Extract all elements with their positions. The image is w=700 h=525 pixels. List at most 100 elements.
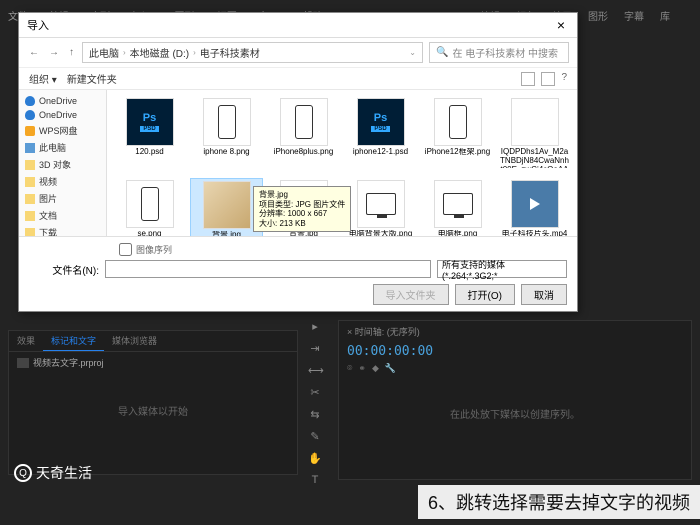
file-item[interactable]: iphone 8.png	[190, 96, 263, 174]
organize-button[interactable]: 组织 ▾	[29, 71, 57, 86]
search-placeholder: 在 电子科技素材 中搜索	[452, 45, 558, 60]
file-name: 背景.jpg	[212, 231, 241, 236]
folder-icon	[25, 194, 35, 204]
view-mode-icon[interactable]	[521, 72, 535, 86]
bin-icon	[17, 358, 29, 368]
folder-icon	[25, 228, 35, 237]
open-button[interactable]: 打开(O)	[455, 284, 515, 305]
path-seg[interactable]: 电子科技素材	[200, 45, 260, 60]
slip-tool-icon[interactable]: ⇆	[308, 408, 322, 422]
selection-tool-icon[interactable]: ▸	[308, 320, 322, 334]
new-folder-button[interactable]: 新建文件夹	[67, 71, 117, 86]
image-sequence-checkbox[interactable]	[119, 243, 132, 256]
sidebar-label: 文档	[39, 209, 57, 222]
file-name: IQDPDhs1Av_M2aTNBDjN84CwaNnht00E_zwCj4cQ…	[500, 148, 569, 168]
file-item[interactable]: PsPSDiphone12-1.psd	[344, 96, 417, 174]
dialog-toolbar: 组织 ▾ 新建文件夹 ?	[19, 68, 577, 90]
timeline-controls: ⌾ ⚭ ◆ 🔧	[339, 361, 691, 376]
filename-input[interactable]	[105, 260, 431, 278]
folder-icon	[25, 160, 35, 170]
tab-markers[interactable]: 标记和文字	[43, 331, 104, 351]
tool-column: ▸ ⇥ ⟷ ✂ ⇆ ✎ ✋ T	[308, 320, 326, 488]
hand-tool-icon[interactable]: ✋	[308, 452, 322, 466]
project-tabs: 效果 标记和文字 媒体浏览器	[9, 331, 297, 352]
track-tool-icon[interactable]: ⇥	[308, 342, 322, 356]
sidebar-label: 3D 对象	[39, 158, 71, 171]
ws-tab[interactable]: 库	[660, 8, 670, 23]
sidebar-item[interactable]: 此电脑	[19, 139, 106, 156]
chevron-down-icon[interactable]: ⌄	[409, 48, 416, 57]
file-item[interactable]: 电脑背景大版.png	[344, 178, 417, 236]
breadcrumb[interactable]: 此电脑› 本地磁盘 (D:)› 电子科技素材 ⌄	[82, 42, 423, 63]
path-seg[interactable]: 此电脑	[89, 45, 119, 60]
back-icon[interactable]: ←	[27, 47, 41, 58]
cloud-icon	[25, 110, 35, 120]
file-filter-select[interactable]: 所有支持的媒体 (*.264;*.3G2;*	[437, 260, 567, 278]
help-icon[interactable]: ?	[561, 72, 567, 86]
tooltip-name: 背景.jpg	[259, 190, 345, 200]
sidebar-label: WPS网盘	[39, 124, 78, 137]
file-item[interactable]: iPhone8plus.png	[267, 96, 340, 174]
import-dialog: 导入 × ← → ↑ 此电脑› 本地磁盘 (D:)› 电子科技素材 ⌄ 🔍 在 …	[18, 12, 578, 312]
cloud-icon	[25, 96, 35, 106]
file-name: se.png	[137, 230, 161, 236]
ws-tab[interactable]: 图形	[588, 8, 608, 23]
file-item[interactable]: 电脑框.png	[421, 178, 494, 236]
search-input[interactable]: 🔍 在 电子科技素材 中搜索	[429, 42, 569, 63]
view-list-icon[interactable]	[541, 72, 555, 86]
image-sequence-label: 图像序列	[136, 243, 172, 256]
project-name-row: 视频去文字.prproj	[9, 352, 297, 373]
file-name: 电脑框.png	[438, 230, 478, 236]
up-icon[interactable]: ↑	[67, 47, 76, 58]
sidebar-item[interactable]: OneDrive	[19, 94, 106, 108]
project-name: 视频去文字.prproj	[33, 356, 104, 369]
pen-tool-icon[interactable]: ✎	[308, 430, 322, 444]
pc-icon	[25, 143, 35, 153]
close-icon[interactable]: ×	[553, 17, 569, 33]
sidebar-item[interactable]: 3D 对象	[19, 156, 106, 173]
ripple-tool-icon[interactable]: ⟷	[308, 364, 322, 378]
file-name: 电脑背景大版.png	[349, 230, 413, 236]
sidebar-label: 视频	[39, 175, 57, 188]
brand-icon: Q	[14, 464, 32, 482]
cancel-button[interactable]: 取消	[521, 284, 567, 305]
file-name: iphone12-1.psd	[353, 148, 408, 157]
file-item[interactable]: iPhone12框架.png	[421, 96, 494, 174]
tooltip-type: 项目类型: JPG 图片文件	[259, 200, 345, 210]
file-name: iphone 8.png	[203, 148, 249, 157]
file-item[interactable]: se.png	[113, 178, 186, 236]
wrench-icon[interactable]: 🔧	[385, 363, 396, 374]
filename-label: 文件名(N):	[29, 262, 99, 277]
path-seg[interactable]: 本地磁盘 (D:)	[130, 45, 189, 60]
folder-icon	[25, 177, 35, 187]
tab-media[interactable]: 媒体浏览器	[104, 331, 165, 351]
sidebar-item[interactable]: 下载	[19, 224, 106, 236]
dialog-title: 导入	[27, 17, 49, 33]
file-item[interactable]: 电子科技片头.mp4	[498, 178, 571, 236]
sidebar-item[interactable]: WPS网盘	[19, 122, 106, 139]
timecode[interactable]: 00:00:00:00	[339, 342, 691, 361]
link-icon[interactable]: ⚭	[358, 363, 366, 374]
razor-tool-icon[interactable]: ✂	[308, 386, 322, 400]
sidebar-label: OneDrive	[39, 110, 77, 120]
ws-tab[interactable]: 字幕	[624, 8, 644, 23]
forward-icon[interactable]: →	[47, 47, 61, 58]
sidebar-item[interactable]: OneDrive	[19, 108, 106, 122]
caption-text: 6、跳转选择需要去掉文字的视频	[418, 485, 700, 519]
sidebar-item[interactable]: 图片	[19, 190, 106, 207]
file-tooltip: 背景.jpg 项目类型: JPG 图片文件 分辨率: 1000 x 667 大小…	[253, 186, 351, 232]
sidebar-item[interactable]: 文档	[19, 207, 106, 224]
dialog-footer: 图像序列 文件名(N): 所有支持的媒体 (*.264;*.3G2;* 导入文件…	[19, 236, 577, 311]
file-item[interactable]: PsPSD120.psd	[113, 96, 186, 174]
project-panel: 效果 标记和文字 媒体浏览器 视频去文字.prproj 导入媒体以开始	[8, 330, 298, 475]
file-item[interactable]: IQDPDhs1Av_M2aTNBDjN84CwaNnht00E_zwCj4cQ…	[498, 96, 571, 174]
tab-effects[interactable]: 效果	[9, 331, 43, 351]
sidebar-item[interactable]: 视频	[19, 173, 106, 190]
file-name: 120.psd	[135, 148, 163, 157]
marker-icon[interactable]: ◆	[372, 363, 379, 374]
snap-icon[interactable]: ⌾	[347, 363, 352, 374]
type-tool-icon[interactable]: T	[308, 474, 322, 488]
import-folder-button[interactable]: 导入文件夹	[373, 284, 449, 305]
file-name: iPhone12框架.png	[425, 148, 490, 157]
timeline-panel: × 时间轴: (无序列) 00:00:00:00 ⌾ ⚭ ◆ 🔧 在此处放下媒体…	[338, 320, 692, 480]
